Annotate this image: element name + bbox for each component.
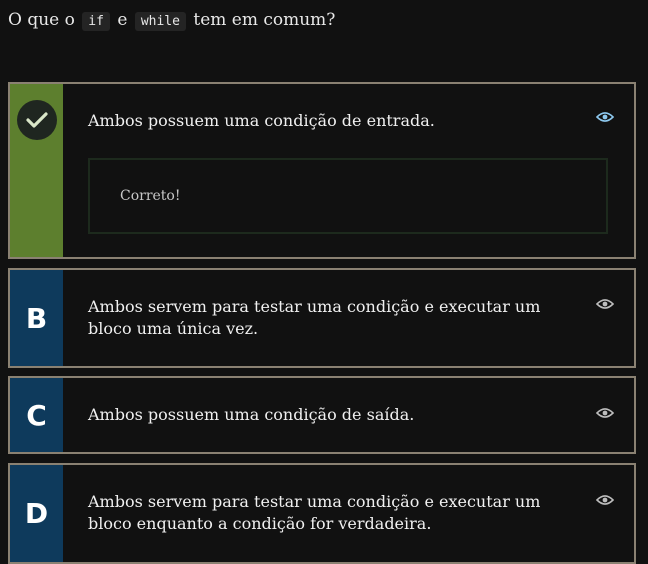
option-d-text: Ambos servem para testar uma condição e … xyxy=(88,492,541,533)
feedback-text: Correto! xyxy=(120,188,181,204)
code-while: while xyxy=(134,12,186,31)
feedback-box: Correto! xyxy=(88,158,608,234)
answer-option-c[interactable]: C Ambos possuem uma condição de saída. xyxy=(8,376,636,454)
question-middle: e xyxy=(117,10,128,30)
option-a-marker xyxy=(10,84,63,257)
eye-icon[interactable] xyxy=(596,407,614,419)
answer-option-d[interactable]: D Ambos servem para testar uma condição … xyxy=(8,463,636,564)
option-d-letter: D xyxy=(24,497,49,530)
checkmark-icon xyxy=(16,100,57,140)
option-c-text: Ambos possuem uma condição de saída. xyxy=(88,405,415,424)
eye-icon[interactable] xyxy=(596,111,614,123)
question-prefix: O que o xyxy=(8,10,75,30)
eye-icon[interactable] xyxy=(596,298,614,310)
option-c-letter: C xyxy=(26,398,47,432)
code-if: if xyxy=(82,12,110,31)
option-d-marker: D xyxy=(10,465,63,562)
eye-icon[interactable] xyxy=(596,494,614,506)
option-c-marker: C xyxy=(10,378,63,452)
option-b-marker: B xyxy=(10,270,63,366)
question-text: O que o if e while tem em comum? xyxy=(8,8,335,34)
option-b-letter: B xyxy=(25,301,48,335)
question-suffix: tem em comum? xyxy=(193,10,336,30)
answer-option-a[interactable]: Ambos possuem uma condição de entrada. C… xyxy=(8,82,636,259)
option-a-text: Ambos possuem uma condição de entrada. xyxy=(88,111,435,130)
answer-option-b[interactable]: B Ambos servem para testar uma condição … xyxy=(8,268,636,368)
option-b-text: Ambos servem para testar uma condição e … xyxy=(88,297,541,338)
